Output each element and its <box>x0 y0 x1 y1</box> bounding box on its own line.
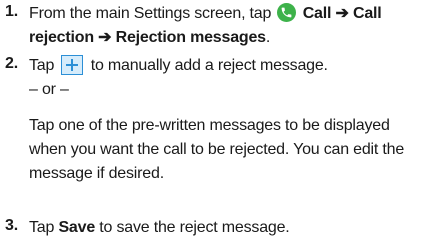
menu-path-rejection-messages: Rejection messages <box>115 29 266 46</box>
step-text: to save the reject message. <box>99 219 290 236</box>
phone-call-icon <box>277 3 297 22</box>
step-number: 2. <box>5 55 18 72</box>
step-text: to manually add a reject message. <box>90 57 328 74</box>
save-label: Save <box>58 219 96 236</box>
arrow-icon: ➔ <box>98 29 112 46</box>
alt-line-1: Tap one of the pre-written messages to b… <box>29 117 390 134</box>
step-number: 1. <box>5 3 18 20</box>
alt-line-3: message if desired. <box>29 165 164 182</box>
step-text: From the main Settings screen, tap <box>29 5 272 22</box>
menu-path-call-rejection: Call <box>352 5 382 22</box>
menu-path-call: Call <box>302 5 332 22</box>
step-number: 3. <box>5 217 18 234</box>
step-text: Tap <box>29 57 55 74</box>
step-text: Tap <box>29 219 55 236</box>
arrow-icon: ➔ <box>335 5 349 22</box>
punctuation: . <box>265 29 271 46</box>
menu-path-call-rejection-cont: rejection <box>29 29 94 46</box>
alt-line-2: when you want the call to be rejected. Y… <box>29 141 405 158</box>
plus-icon <box>61 55 84 75</box>
or-separator: – or – <box>29 81 69 98</box>
